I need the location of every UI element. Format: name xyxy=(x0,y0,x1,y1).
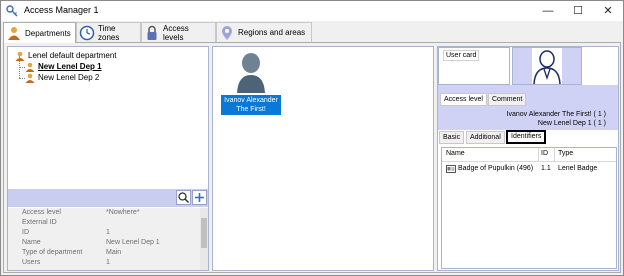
minimize-button[interactable]: — xyxy=(533,1,563,21)
identifiers-table: Name ID Type Badge of Pupulkin (496) 1.1… xyxy=(441,147,617,269)
property-key: Name xyxy=(22,239,41,246)
tab-label: Departments xyxy=(25,28,71,38)
identifier-type: Lenel Badge xyxy=(558,165,598,172)
table-header: Name ID Type xyxy=(442,148,616,162)
employee-info-line: Ivanov Alexander The First! ( 1 ) xyxy=(506,111,606,118)
department-info-line: New Lenel Dep 1 ( 1 ) xyxy=(537,120,606,127)
tree-item-label: New Lenel Dep 2 xyxy=(38,73,100,82)
detail-tabs: Basic Additional Identifiers xyxy=(438,130,618,144)
search-button[interactable] xyxy=(176,190,191,205)
badge-icon xyxy=(446,165,456,173)
tab-basic[interactable]: Basic xyxy=(439,131,465,144)
plus-icon xyxy=(195,193,204,202)
tree-item-default-department[interactable]: Lenel default department xyxy=(14,50,117,61)
tab-departments[interactable]: Departments xyxy=(3,22,76,43)
employee-photo[interactable] xyxy=(512,47,582,85)
properties-scrollbar[interactable] xyxy=(200,208,208,270)
property-value: 1 xyxy=(106,229,110,236)
add-button[interactable] xyxy=(192,190,207,205)
employee-info-area: Access level Comment Ivanov Alexander Th… xyxy=(438,85,618,130)
identifier-id: 1.1 xyxy=(541,165,551,172)
tab-comment[interactable]: Comment xyxy=(488,93,527,106)
window-title: Access Manager 1 xyxy=(24,5,99,15)
close-button[interactable]: ✕ xyxy=(593,1,623,21)
tab-label: Regions and areas xyxy=(238,28,306,37)
property-key: Type of department xyxy=(22,249,83,256)
search-icon xyxy=(178,192,190,204)
tab-identifiers[interactable]: Identifiers xyxy=(506,130,547,144)
tab-label: Access levels xyxy=(163,23,189,42)
column-header-name[interactable]: Name xyxy=(446,150,465,157)
employees-panel: Ivanov Alexander The First! xyxy=(212,46,434,271)
column-header-type[interactable]: Type xyxy=(558,150,573,157)
map-pin-icon xyxy=(222,25,232,40)
property-key: Users xyxy=(22,259,41,266)
departments-content: Lenel default department New Lenel Dep 1… xyxy=(3,42,621,273)
property-key: Access level xyxy=(22,209,61,216)
property-value: *Nowhere* xyxy=(106,209,140,216)
property-row: Name New Lenel Dep 1 xyxy=(22,239,197,249)
user-card-label[interactable]: User card xyxy=(443,50,480,61)
maximize-button[interactable]: ☐ xyxy=(563,1,593,21)
property-row: ID 1 xyxy=(22,229,197,239)
tree-toolbar xyxy=(8,189,208,207)
title-bar: Access Manager 1 — ☐ ✕ xyxy=(1,1,623,21)
tab-access-levels[interactable]: Access levels xyxy=(141,22,216,42)
property-value: Main xyxy=(106,249,122,256)
clock-icon xyxy=(79,25,95,40)
property-value: New Lenel Dep 1 xyxy=(106,239,160,246)
property-value: 1 xyxy=(106,259,110,266)
employee-name: Ivanov Alexander The First! xyxy=(221,95,281,115)
property-row: Type of department Main xyxy=(22,249,197,259)
app-key-icon xyxy=(6,5,18,17)
people-icon xyxy=(8,27,20,40)
person-avatar-icon xyxy=(237,53,265,93)
identifier-name: Badge of Pupulkin (496) xyxy=(458,165,534,172)
person-silhouette-icon xyxy=(532,48,562,85)
tab-additional[interactable]: Additional xyxy=(466,131,505,144)
property-row: External ID xyxy=(22,219,197,229)
scrollbar-thumb[interactable] xyxy=(201,218,207,248)
lock-icon xyxy=(147,25,157,40)
property-row: Access level *Nowhere* xyxy=(22,209,197,219)
tab-regions-and-areas[interactable]: Regions and areas xyxy=(216,22,312,42)
access-manager-window: Access Manager 1 — ☐ ✕ Departments Time … xyxy=(0,0,624,276)
tree-item-new-lenel-dep-2[interactable]: New Lenel Dep 2 xyxy=(24,72,99,83)
department-tree: Lenel default department New Lenel Dep 1… xyxy=(8,47,208,187)
column-header-id[interactable]: ID xyxy=(541,150,548,157)
property-row: Users 1 xyxy=(22,259,197,269)
tab-label: Time zones xyxy=(98,23,120,42)
tree-item-label: Lenel default department xyxy=(28,51,117,60)
property-key: ID xyxy=(22,229,29,236)
employee-details-panel: User card Access level Comment Ivanov Al… xyxy=(437,46,619,271)
department-icon xyxy=(25,62,35,72)
properties-grid: Access level *Nowhere* External ID ID 1 Na… xyxy=(8,208,208,270)
departments-panel: Lenel default department New Lenel Dep 1… xyxy=(7,46,209,271)
property-key: External ID xyxy=(22,219,57,226)
column-divider xyxy=(538,148,539,161)
tab-time-zones[interactable]: Time zones xyxy=(76,22,141,42)
tree-item-label: New Lenel Dep 1 xyxy=(38,62,102,71)
tab-access-level[interactable]: Access level xyxy=(440,93,487,106)
table-row[interactable]: Badge of Pupulkin (496) 1.1 Lenel Badge xyxy=(442,163,616,175)
employee-name-line1: Ivanov Alexander xyxy=(224,97,278,104)
department-icon xyxy=(15,51,25,61)
column-divider xyxy=(554,148,555,161)
tree-item-new-lenel-dep-1[interactable]: New Lenel Dep 1 xyxy=(24,61,102,72)
employee-name-line2: The First! xyxy=(236,106,266,113)
user-card-area: User card xyxy=(438,47,510,85)
department-icon xyxy=(25,73,35,83)
